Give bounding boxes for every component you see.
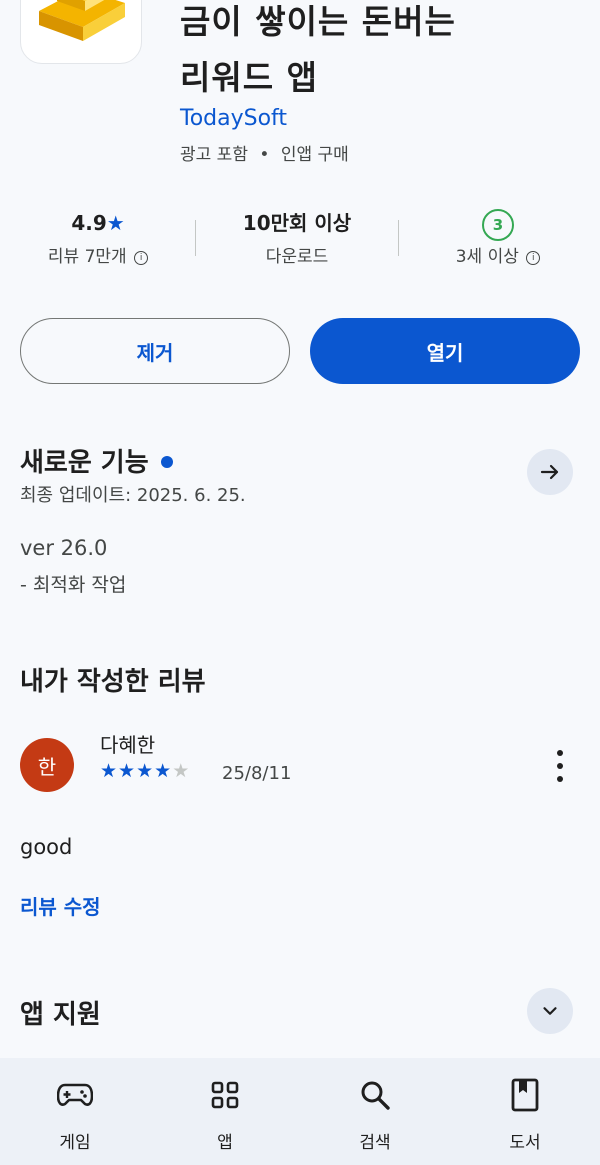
app-support-expand-button[interactable] — [527, 988, 573, 1034]
app-title-line2: 리워드 앱 — [180, 58, 318, 97]
release-note: - 최적화 작업 — [20, 574, 127, 596]
app-title: 금이 쌓이는 돈버는 리워드 앱 — [180, 0, 456, 106]
last-updated: 최종 업데이트: 2025. 6. 25. — [20, 485, 246, 506]
info-icon: i — [134, 251, 149, 265]
reviews-count: 리뷰 7만개 — [47, 247, 127, 267]
review-date: 25/8/11 — [222, 763, 292, 784]
apps-grid-icon — [210, 1078, 240, 1112]
search-icon — [359, 1078, 391, 1112]
age-rating-badge-icon: 3 — [482, 209, 514, 241]
star-icon: ★ — [100, 760, 119, 782]
open-button[interactable]: 열기 — [310, 318, 580, 384]
star-icon: ★ — [106, 211, 125, 235]
review-text: good — [20, 835, 73, 859]
downloads-label: 다운로드 — [265, 247, 329, 267]
developer-link[interactable]: TodaySoft — [180, 106, 287, 131]
rating-stat[interactable]: 4.9★ 리뷰 7만개 i — [8, 206, 188, 267]
info-icon: i — [526, 251, 541, 265]
stat-divider — [398, 220, 399, 256]
review-stars: ★★★★★ — [100, 760, 190, 782]
more-options-icon[interactable] — [544, 748, 576, 784]
downloads-stat: 10만회 이상 다운로드 — [207, 206, 387, 267]
age-rating-row: 3세 이상 i — [408, 242, 588, 267]
meta-ads: 광고 포함 — [180, 145, 248, 165]
meta-iap: 인앱 구매 — [280, 145, 349, 165]
bottom-navigation: 게임 앱 검색 도서 — [0, 1058, 600, 1165]
whats-new-title: 새로운 기능 — [20, 448, 149, 478]
nav-label-search: 검색 — [359, 1133, 391, 1153]
whats-new-header: 새로운 기능 — [20, 442, 173, 479]
nav-item-games[interactable]: 게임 — [0, 1058, 150, 1165]
rating-value-row: 4.9★ — [8, 206, 188, 240]
nav-label-books: 도서 — [509, 1133, 541, 1153]
edit-review-link[interactable]: 리뷰 수정 — [20, 891, 101, 920]
nav-item-search[interactable]: 검색 — [300, 1058, 450, 1165]
nav-label-apps: 앱 — [217, 1133, 233, 1153]
star-empty-icon: ★ — [172, 760, 191, 782]
whats-new-arrow-button[interactable] — [527, 449, 573, 495]
rating-value: 4.9 — [71, 211, 107, 235]
new-indicator-dot — [160, 456, 173, 468]
age-rating-label: 3세 이상 — [455, 247, 519, 267]
book-icon — [511, 1078, 539, 1112]
star-icon: ★ — [136, 760, 155, 782]
nav-item-books[interactable]: 도서 — [450, 1058, 600, 1165]
app-title-line1: 금이 쌓이는 돈버는 — [180, 2, 456, 41]
reviews-count-row: 리뷰 7만개 i — [8, 242, 188, 267]
gold-bars-icon — [39, 0, 125, 41]
nav-item-apps[interactable]: 앱 — [150, 1058, 300, 1165]
review-author: 다혜한 — [100, 733, 156, 757]
downloads-value: 10만회 이상 — [242, 211, 352, 235]
avatar: 한 — [20, 738, 74, 792]
stat-divider — [195, 220, 196, 256]
app-support-title: 앱 지원 — [20, 1000, 101, 1030]
app-icon — [20, 0, 142, 64]
my-review-title: 내가 작성한 리뷰 — [20, 667, 206, 697]
app-meta: 광고 포함 • 인앱 구매 — [180, 140, 349, 165]
star-icon: ★ — [154, 760, 173, 782]
version-text: ver 26.0 — [20, 536, 108, 560]
remove-button[interactable]: 제거 — [20, 318, 290, 384]
chevron-down-icon — [543, 1007, 557, 1015]
nav-label-games: 게임 — [59, 1133, 91, 1153]
arrow-right-icon — [540, 464, 559, 480]
star-icon: ★ — [118, 760, 137, 782]
age-rating-stat[interactable]: 3 3세 이상 i — [408, 206, 588, 267]
meta-separator: • — [259, 145, 270, 165]
gamepad-icon — [57, 1078, 93, 1112]
age-badge-row: 3 — [408, 206, 588, 241]
